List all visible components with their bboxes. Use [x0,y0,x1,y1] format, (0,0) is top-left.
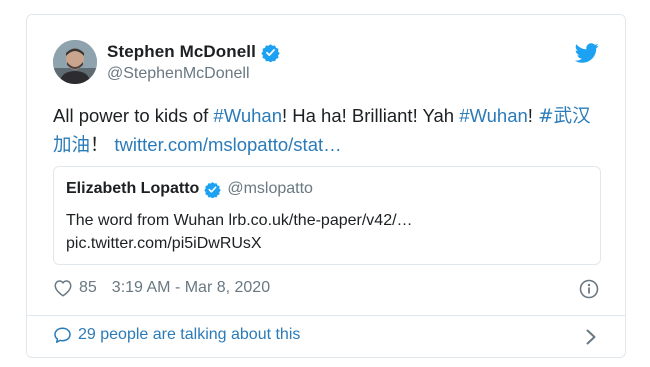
author-handle[interactable]: @StephenMcDonell [107,65,250,83]
quoted-text-line: pic.twitter.com/pi5iDwRUsX [66,235,262,252]
like-count[interactable]: 85 [79,279,97,297]
tweet-timestamp[interactable]: 3:19 AM - Mar 8, 2020 [112,279,270,297]
tweet-meta: 85 3:19 AM - Mar 8, 2020 [53,279,270,297]
quoted-tweet-text: The word from Wuhan lrb.co.uk/the-paper/… [66,209,586,255]
tweet-text-part: ！ [90,135,115,156]
quoted-author-row: Elizabeth Lopatto @mslopatto [66,180,313,198]
tweet-text-part: ! Ha ha! Brilliant! Yah [281,105,460,126]
tweet-text-part: ! [527,105,539,126]
info-icon[interactable] [579,279,599,299]
verified-badge-icon [261,43,280,63]
quoted-text-line: The word from Wuhan lrb.co.uk/the-paper/… [66,212,413,229]
tweet-text: All power to kids of #Wuhan! Ha ha! Bril… [53,102,603,160]
author-name-row: Stephen McDonell [107,42,280,63]
tweet-card[interactable]: Stephen McDonell @StephenMcDonell All po… [26,14,626,358]
tweet-text-part: All power to kids of [53,105,214,126]
twitter-bird-icon[interactable] [574,41,599,65]
conversation-link[interactable]: 29 people are talking about this [53,326,300,344]
comment-icon [53,326,72,344]
verified-badge-icon [204,181,222,198]
author-display-name[interactable]: Stephen McDonell [107,42,256,62]
quoted-tweet[interactable]: Elizabeth Lopatto @mslopatto The word fr… [53,166,601,265]
conversation-label: 29 people are talking about this [78,326,301,343]
heart-icon[interactable] [53,279,73,297]
quoted-tweet-link[interactable]: twitter.com/mslopatto/stat… [114,134,341,155]
hashtag-link[interactable]: #Wuhan [213,105,282,126]
quoted-author-handle[interactable]: @mslopatto [227,180,313,198]
hashtag-link[interactable]: #Wuhan [459,105,528,126]
divider [27,315,625,316]
avatar[interactable] [53,40,97,84]
chevron-right-icon[interactable] [585,328,597,346]
quoted-author-name[interactable]: Elizabeth Lopatto [66,180,199,198]
